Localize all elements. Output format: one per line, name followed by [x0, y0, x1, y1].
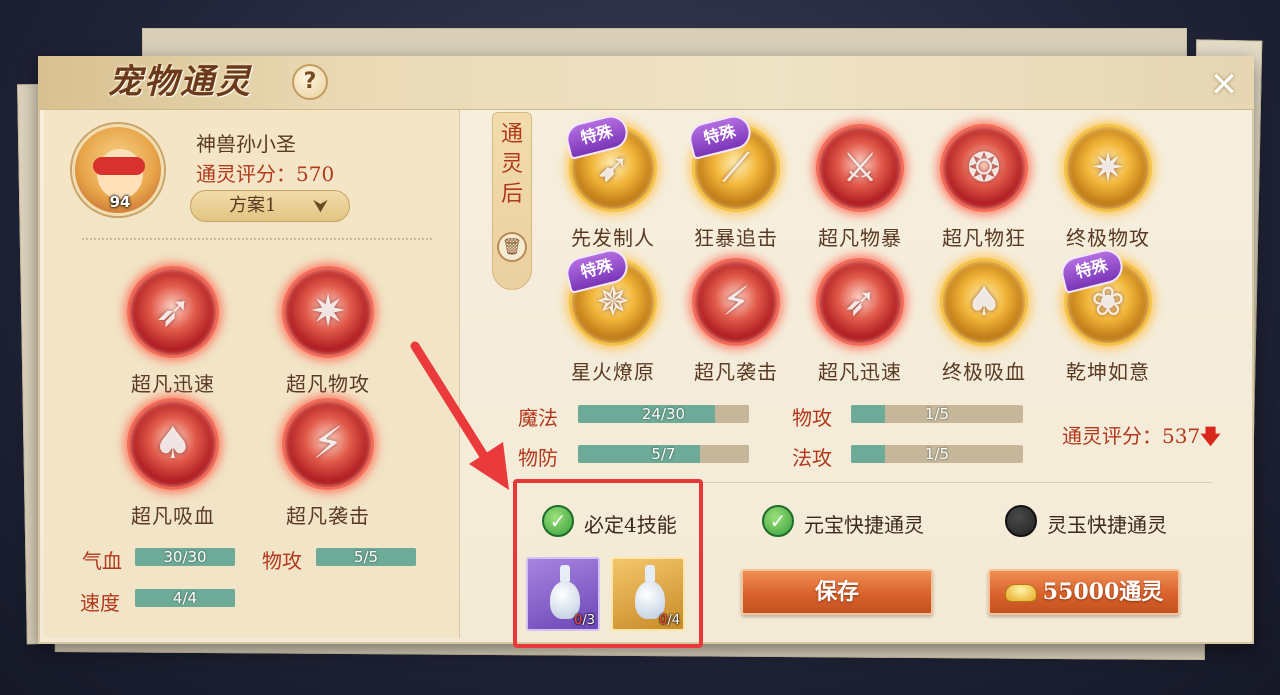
stat-label: 魔法: [518, 406, 558, 430]
sword-flame-icon: ❂: [940, 124, 1028, 212]
bat-icon: ♠: [127, 398, 219, 490]
skill-label: 乾坤如意: [1066, 360, 1150, 384]
yuanbao-quick-label: 元宝快捷通灵: [804, 513, 924, 537]
dialog-title: 宠物通灵: [108, 62, 252, 102]
stat-bar: 24/30: [578, 405, 749, 423]
after-skill[interactable]: ➹ 特殊 先发制人: [558, 112, 668, 251]
after-skill[interactable]: ⚔ 超凡物暴: [805, 124, 915, 251]
skill-label: 星火燎原: [571, 360, 655, 384]
skill-label: 终极吸血: [942, 360, 1026, 384]
stat-value: 30/30: [163, 548, 207, 566]
dash-icon: ➶: [127, 266, 219, 358]
skill-label: 先发制人: [571, 226, 655, 250]
pet-level: 94: [109, 193, 131, 211]
stat-label: 气血: [82, 549, 122, 573]
save-button[interactable]: 保存: [741, 569, 933, 615]
pet-name: 神兽孙小圣: [196, 132, 296, 156]
current-skill[interactable]: ♠ 超凡吸血: [118, 398, 228, 529]
dash-icon: ➶: [816, 258, 904, 346]
after-spirit-score: 通灵评分：537🡇: [1062, 420, 1221, 456]
stat-label: 速度: [80, 591, 120, 615]
skill-label: 狂暴追击: [694, 226, 778, 250]
chevron-down-icon: ⮟: [313, 196, 329, 217]
after-skill[interactable]: ⚡ 超凡袭击: [681, 258, 791, 385]
plan-dropdown[interactable]: 方案1 ⮟: [190, 190, 350, 222]
stat-value: 1/5: [924, 445, 950, 463]
arrow-down-icon: 🡇: [1200, 424, 1221, 448]
plan-label: 方案1: [229, 195, 277, 216]
stat-label: 物防: [518, 446, 558, 470]
after-skill[interactable]: ❀ 特殊 乾坤如意: [1053, 246, 1163, 385]
highlight-box: [513, 479, 703, 648]
after-skill[interactable]: ✷ 终极物攻: [1053, 124, 1163, 251]
skill-label: 超凡吸血: [131, 504, 215, 528]
stat-value: 5/7: [651, 445, 676, 463]
after-skill[interactable]: ✵ 特殊 星火燎原: [558, 246, 668, 385]
close-button[interactable]: ✕: [1204, 66, 1244, 106]
gold-ingot-icon: [1004, 584, 1037, 602]
stat-bar: 5/5: [316, 548, 416, 566]
slash-icon: ⟋ 特殊: [685, 112, 780, 212]
help-button[interactable]: ?: [292, 64, 328, 100]
swirl-icon: ❀ 特殊: [1057, 246, 1152, 346]
spirit-button-label: 55000通灵: [1042, 579, 1164, 605]
skill-label: 超凡物狂: [942, 226, 1026, 250]
skill-label: 超凡迅速: [818, 360, 902, 384]
skill-label: 终极物攻: [1066, 226, 1150, 250]
stat-bar: 30/30: [135, 548, 235, 566]
stat-value: 24/30: [641, 405, 686, 423]
claw-icon: ⚡: [282, 398, 374, 490]
after-skill[interactable]: ❂ 超凡物狂: [929, 124, 1039, 251]
stat-label: 物攻: [262, 549, 302, 573]
lingyu-quick-label: 灵玉快捷通灵: [1047, 513, 1167, 537]
skill-label: 超凡袭击: [286, 504, 370, 528]
sword-burst-icon: ✷: [1064, 124, 1152, 212]
after-tab-label: 通灵后: [500, 122, 523, 207]
stat-bar: 5/7: [578, 445, 749, 463]
claw-icon: ⚡: [692, 258, 780, 346]
skill-label: 超凡袭击: [694, 360, 778, 384]
stat-label: 法攻: [792, 446, 832, 470]
stat-value: 1/5: [924, 405, 950, 423]
after-skill[interactable]: ♠ 终极吸血: [929, 258, 1039, 385]
stat-bar: 4/4: [135, 589, 235, 607]
spear-icon: ➹ 特殊: [562, 112, 657, 212]
sword-icon: ⚔: [816, 124, 904, 212]
yuanbao-quick-checkbox[interactable]: ✓: [762, 505, 794, 537]
sword-burst-icon: ✷: [282, 266, 374, 358]
stat-value: 4/4: [172, 589, 198, 607]
lingyu-quick-checkbox[interactable]: [1005, 505, 1037, 537]
trash-icon[interactable]: 🗑: [497, 232, 527, 262]
skill-label: 超凡物暴: [818, 226, 902, 250]
after-skill[interactable]: ➶ 超凡迅速: [805, 258, 915, 385]
stat-bar: 1/5: [851, 445, 1023, 463]
pet-spirit-score: 通灵评分：570: [196, 162, 335, 186]
spirit-button[interactable]: 55000通灵: [988, 569, 1180, 615]
stat-label: 物攻: [792, 406, 832, 430]
current-skill[interactable]: ⚡ 超凡袭击: [273, 398, 383, 529]
after-skill[interactable]: ⟋ 特殊 狂暴追击: [681, 112, 791, 251]
current-skill[interactable]: ✷ 超凡物攻: [273, 266, 383, 397]
after-score-text: 通灵评分：537: [1062, 424, 1201, 448]
stat-value: 5/5: [353, 548, 379, 566]
skill-label: 超凡迅速: [131, 372, 215, 396]
annotation-arrow: [410, 341, 509, 490]
sparks-icon: ✵ 特殊: [562, 246, 657, 346]
skill-label: 超凡物攻: [286, 372, 370, 396]
avatar-mask: [93, 157, 145, 175]
divider: [82, 238, 432, 240]
bat-icon: ♠: [940, 258, 1028, 346]
current-skill[interactable]: ➶ 超凡迅速: [118, 266, 228, 397]
stat-bar: 1/5: [851, 405, 1023, 423]
